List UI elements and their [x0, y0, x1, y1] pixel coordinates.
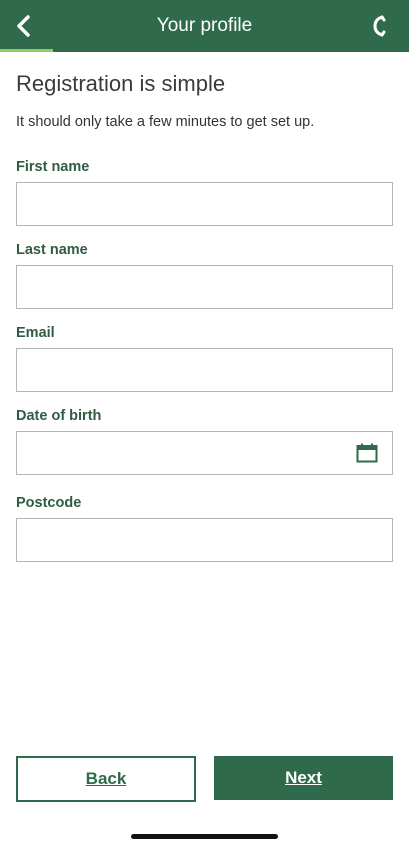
call-button[interactable] — [363, 10, 395, 42]
app-header: Your profile — [0, 0, 409, 52]
back-button[interactable]: Back — [16, 756, 196, 802]
dob-group: Date of birth — [16, 407, 393, 475]
section-subtext: It should only take a few minutes to get… — [16, 114, 315, 130]
home-indicator — [131, 834, 278, 839]
email-box — [16, 348, 393, 392]
email-label: Email — [16, 325, 55, 341]
postcode-field[interactable] — [17, 519, 392, 561]
email-group: Email — [16, 324, 393, 392]
dob-box — [16, 431, 393, 475]
dob-field[interactable] — [17, 432, 392, 474]
section-heading: Registration is simple — [16, 71, 226, 96]
first-name-group: First name — [16, 158, 393, 226]
email-field[interactable] — [17, 349, 392, 391]
postcode-label: Postcode — [16, 495, 82, 511]
first-name-label: First name — [16, 159, 90, 175]
first-name-box — [16, 182, 393, 226]
form-content: Registration is simple It should only ta… — [16, 52, 393, 562]
last-name-group: Last name — [16, 241, 393, 309]
last-name-box — [16, 265, 393, 309]
phone-icon — [373, 15, 386, 37]
last-name-label: Last name — [16, 242, 88, 258]
screen: Your profile Registration is simple It s… — [0, 0, 409, 849]
last-name-field[interactable] — [17, 266, 392, 308]
next-button[interactable]: Next — [214, 756, 393, 800]
page-title: Your profile — [156, 15, 253, 36]
postcode-box — [16, 518, 393, 562]
dob-label: Date of birth — [16, 408, 102, 424]
first-name-field[interactable] — [17, 183, 392, 225]
postcode-group: Postcode — [16, 494, 393, 562]
calendar-icon[interactable] — [356, 443, 378, 463]
